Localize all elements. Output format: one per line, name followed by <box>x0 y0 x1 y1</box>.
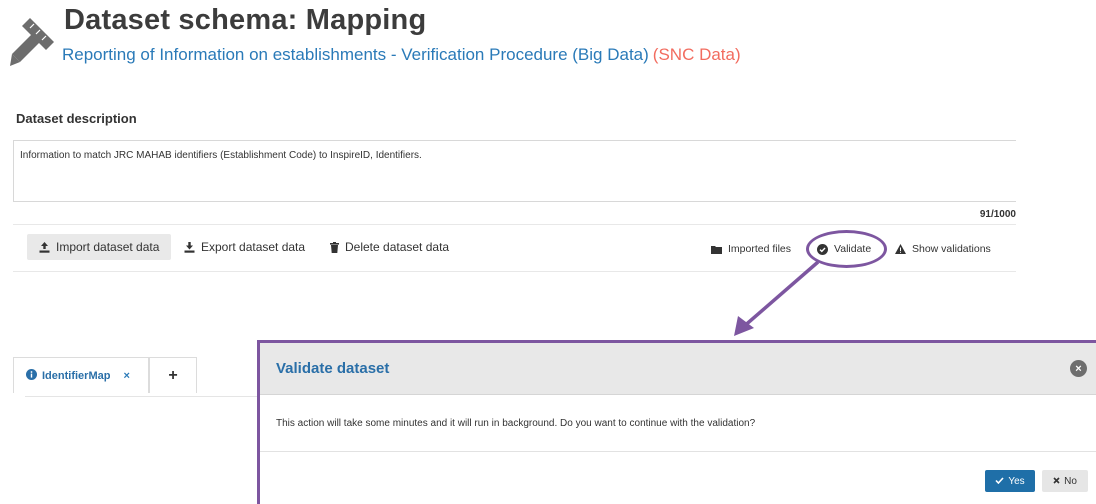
delete-dataset-label: Delete dataset data <box>345 240 450 254</box>
tab-label: IdentifierMap <box>42 369 111 382</box>
info-icon <box>26 368 37 383</box>
dataflow-type-tag: (SNC Data) <box>652 45 741 64</box>
no-label: No <box>1064 475 1077 487</box>
dialog-close-icon[interactable]: × <box>1070 360 1087 377</box>
dataflow-subtitle: Reporting of Information on establishmen… <box>62 45 741 65</box>
dialog-message: This action will take some minutes and i… <box>276 418 756 429</box>
show-validations-label: Show validations <box>912 243 991 255</box>
export-dataset-label: Export dataset data <box>201 240 306 254</box>
folder-icon <box>711 245 722 254</box>
download-icon <box>184 241 195 253</box>
annotation-arrow <box>734 260 820 336</box>
plus-icon: + <box>168 366 178 384</box>
imported-files-button[interactable]: Imported files <box>711 243 791 255</box>
check-icon <box>995 476 1004 487</box>
dialog-title: Validate dataset <box>276 360 390 377</box>
dialog-divider <box>260 451 1096 452</box>
imported-files-label: Imported files <box>728 243 792 255</box>
close-tab-icon[interactable]: × <box>123 370 129 382</box>
yes-button[interactable]: Yes <box>985 470 1035 492</box>
upload-icon <box>39 241 50 253</box>
no-button[interactable]: No <box>1042 470 1088 492</box>
pencil-ruler-icon <box>8 14 58 68</box>
add-tab-button[interactable]: + <box>149 357 197 393</box>
dialog-header: Validate dataset × <box>260 343 1096 395</box>
import-dataset-label: Import dataset data <box>56 240 160 254</box>
dataflow-name[interactable]: Reporting of Information on establishmen… <box>62 45 649 64</box>
validate-dataset-dialog: Validate dataset × This action will take… <box>260 343 1096 504</box>
page-title: Dataset schema: Mapping <box>64 4 427 36</box>
dataset-description-text[interactable]: Information to match JRC MAHAB identifie… <box>20 150 422 161</box>
show-validations-button[interactable]: Show validations <box>895 243 991 255</box>
export-dataset-button[interactable]: Export dataset data <box>184 240 305 254</box>
tab-divider <box>25 396 260 397</box>
import-dataset-button[interactable]: Import dataset data <box>27 234 172 260</box>
yes-label: Yes <box>1008 475 1025 487</box>
warning-icon <box>895 244 906 254</box>
dataset-description-heading: Dataset description <box>16 111 137 126</box>
trash-icon <box>330 241 339 253</box>
delete-dataset-button[interactable]: Delete dataset data <box>330 240 449 254</box>
character-counter: 91/1000 <box>979 209 1016 220</box>
x-icon <box>1053 476 1060 487</box>
tab-identifiermap[interactable]: IdentifierMap × <box>13 357 149 393</box>
